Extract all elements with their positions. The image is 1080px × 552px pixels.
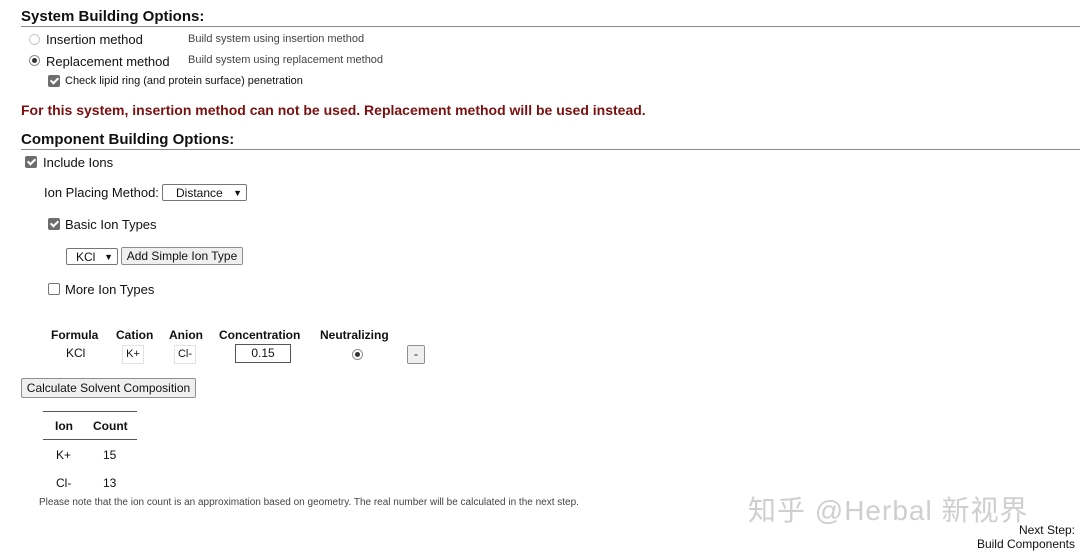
more-ion-types-label: More Ion Types <box>65 282 155 297</box>
ion-type-select[interactable]: KCl ▼ <box>66 248 118 265</box>
count-row-ion: K+ <box>56 448 72 462</box>
next-step-label: Next Step: <box>1018 523 1075 537</box>
row-formula: KCl <box>66 346 86 360</box>
header-cation: Cation <box>116 328 154 342</box>
ion-count-note: Please note that the ion count is an app… <box>39 497 579 508</box>
chevron-down-icon: ▼ <box>233 188 242 198</box>
row-cation: K+ <box>122 345 144 364</box>
remove-ion-button[interactable]: - <box>407 345 425 364</box>
replacement-method-desc: Build system using replacement method <box>188 54 384 66</box>
next-step-panel[interactable]: Next Step: Build Components <box>977 523 1075 551</box>
count-header-ion: Ion <box>55 419 73 433</box>
ion-placing-label: Ion Placing Method: <box>44 185 159 200</box>
ion-placing-value: Distance <box>176 186 223 200</box>
insertion-method-radio[interactable] <box>29 34 40 45</box>
chevron-down-icon: ▼ <box>104 252 113 262</box>
component-options-title: Component Building Options: <box>21 131 1080 150</box>
count-row-value: 13 <box>103 476 117 490</box>
next-step-value[interactable]: Build Components <box>977 537 1075 551</box>
basic-ion-types-checkbox[interactable] <box>48 218 60 230</box>
check-lipid-checkbox[interactable] <box>48 75 60 87</box>
count-row-ion: Cl- <box>56 476 72 490</box>
replacement-method-radio[interactable] <box>29 55 40 66</box>
ion-placing-select[interactable]: Distance ▼ <box>162 184 247 201</box>
include-ions-label: Include Ions <box>43 155 114 170</box>
ion-type-value: KCl <box>76 250 96 264</box>
replacement-method-label: Replacement method <box>46 54 170 69</box>
header-neutralizing: Neutralizing <box>320 328 389 342</box>
count-table-top-rule <box>43 411 137 412</box>
count-header-count: Count <box>93 419 128 433</box>
basic-ion-types-label: Basic Ion Types <box>65 217 157 232</box>
insertion-warning: For this system, insertion method can no… <box>21 102 646 118</box>
check-lipid-label: Check lipid ring (and protein surface) p… <box>65 75 303 87</box>
count-row-value: 15 <box>103 448 117 462</box>
header-anion: Anion <box>169 328 203 342</box>
insertion-method-desc: Build system using insertion method <box>188 33 365 45</box>
neutralizing-radio[interactable] <box>352 349 363 360</box>
include-ions-checkbox[interactable] <box>25 156 37 168</box>
header-concentration: Concentration <box>219 328 301 342</box>
count-table-header-rule <box>43 439 137 440</box>
calculate-solvent-button[interactable]: Calculate Solvent Composition <box>21 378 196 398</box>
concentration-input[interactable]: 0.15 <box>235 344 291 363</box>
row-anion: Cl- <box>174 345 196 364</box>
add-simple-ion-type-button[interactable]: Add Simple Ion Type <box>121 247 243 265</box>
system-options-title: System Building Options: <box>21 8 1080 27</box>
header-formula: Formula <box>51 328 99 342</box>
insertion-method-label: Insertion method <box>46 32 143 47</box>
more-ion-types-checkbox[interactable] <box>48 283 60 295</box>
